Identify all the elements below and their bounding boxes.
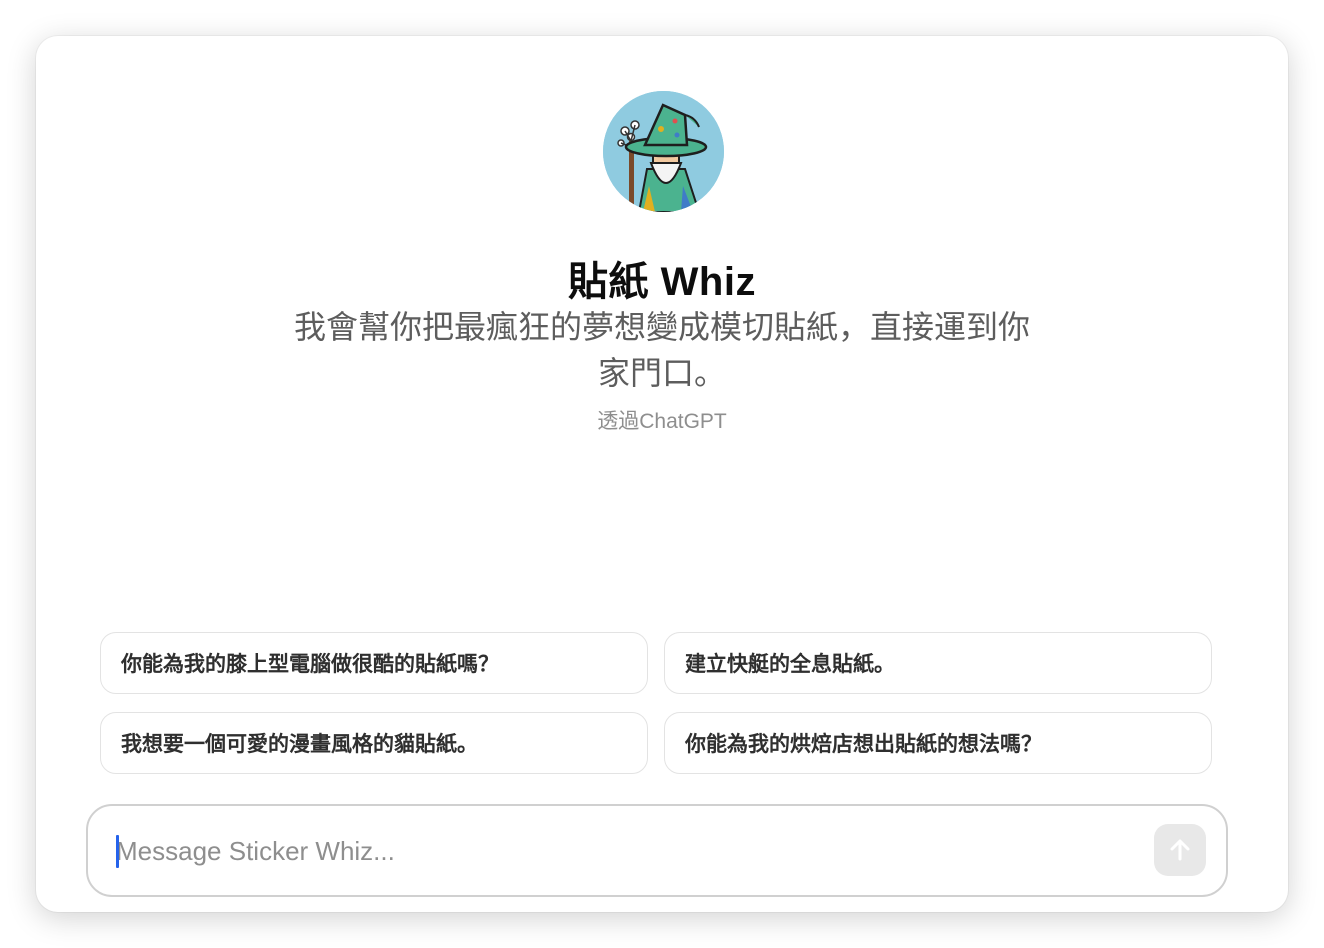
arrow-up-icon — [1170, 839, 1190, 861]
gpt-description: 我會幫你把最瘋狂的夢想變成模切貼紙，直接運到你家門口。 — [293, 309, 1030, 391]
chat-window: 貼紙 Whiz 我會幫你把最瘋狂的夢想變成模切貼紙，直接運到你家門口。 透過Ch… — [36, 36, 1288, 912]
message-input[interactable] — [116, 828, 1116, 874]
suggestion-button[interactable]: 你能為我的烘焙店想出貼紙的想法嗎？ — [664, 712, 1212, 774]
gpt-title: 貼紙 Whiz — [568, 260, 756, 304]
suggestion-button[interactable]: 你能為我的膝上型電腦做很酷的貼紙嗎？ — [100, 632, 648, 694]
message-composer — [86, 804, 1228, 897]
gpt-avatar-icon — [603, 91, 724, 212]
suggestion-button[interactable]: 我想要一個可愛的漫畫風格的貓貼紙。 — [100, 712, 648, 774]
text-caret — [116, 835, 119, 868]
gpt-byline: 透過ChatGPT — [597, 410, 727, 433]
suggestion-button[interactable]: 建立快艇的全息貼紙。 — [664, 632, 1212, 694]
send-button[interactable] — [1154, 824, 1206, 876]
